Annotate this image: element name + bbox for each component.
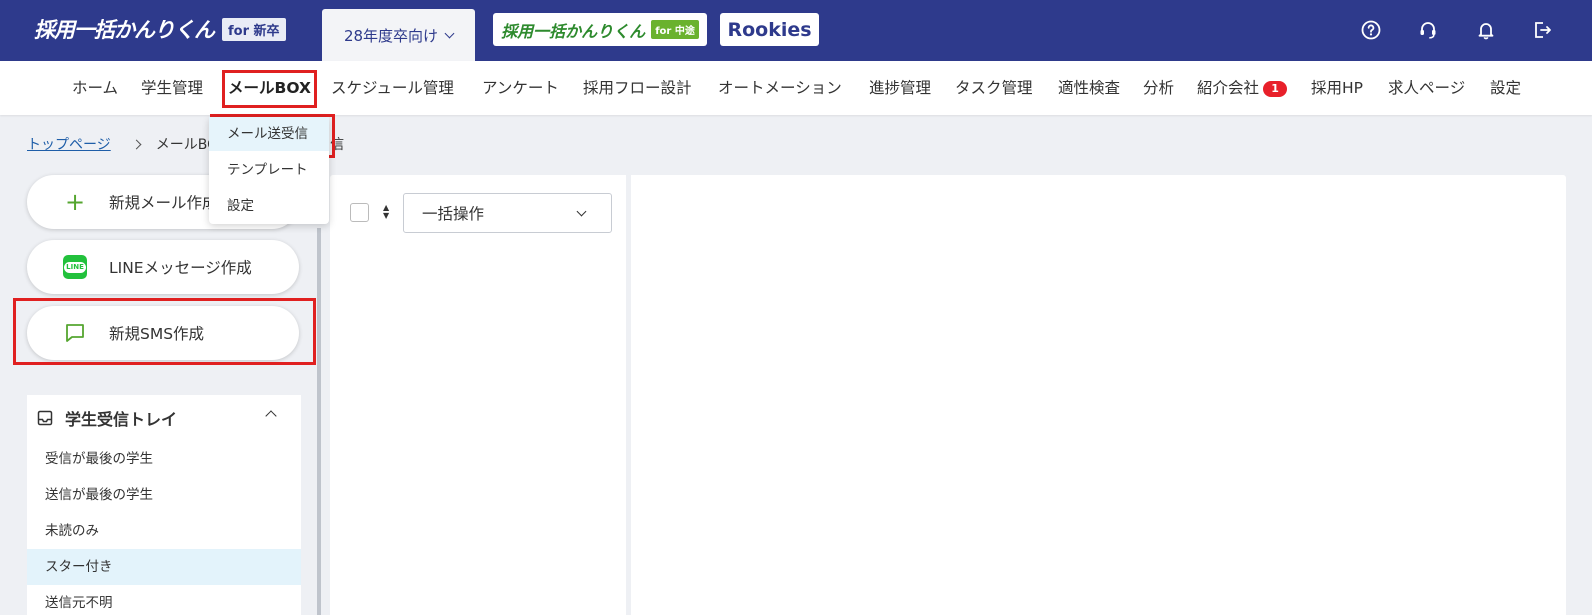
bulk-action-label: 一括操作 xyxy=(422,205,485,223)
nav-item-survey[interactable]: アンケート xyxy=(482,61,559,115)
year-select-label: 28年度卒向け xyxy=(343,26,439,45)
plus-icon: + xyxy=(64,188,86,216)
line-icon-text: LINE xyxy=(64,261,86,273)
resize-handle[interactable] xyxy=(317,228,321,615)
new-sms-button[interactable]: 新規SMS作成 xyxy=(27,306,299,360)
dropdown-item-settings[interactable]: 設定 xyxy=(209,189,329,223)
nav-item-agencies[interactable]: 紹介会社 1 xyxy=(1197,61,1288,115)
inbox-item-last-received[interactable]: 受信が最後の学生 xyxy=(27,441,301,477)
inbox-item-unknown-sender[interactable]: 送信元不明 xyxy=(27,585,301,615)
mailbox-dropdown-menu: メール送受信 テンプレート 設定 xyxy=(209,117,329,224)
top-bar: 採用一括かんりくん for 新卒 28年度卒向け 採用一括かんりくん for 中… xyxy=(0,0,1592,61)
chevron-down-icon xyxy=(576,206,587,216)
line-message-button[interactable]: LINE LINEメッセージ作成 xyxy=(27,240,299,294)
chevron-right-icon xyxy=(131,139,142,149)
bulk-action-select[interactable]: 一括操作 xyxy=(403,193,612,233)
inbox-item-unread[interactable]: 未読のみ xyxy=(27,513,301,549)
nav-item-aptitude[interactable]: 適性検査 xyxy=(1058,61,1120,115)
line-icon: LINE xyxy=(63,255,87,279)
nav-item-home[interactable]: ホーム xyxy=(72,61,118,115)
chevron-down-icon xyxy=(444,28,455,38)
nav-item-mailbox[interactable]: メールBOX xyxy=(228,61,311,115)
bell-icon[interactable] xyxy=(1474,18,1498,42)
nav-item-schedule[interactable]: スケジュール管理 xyxy=(331,61,454,115)
nav-item-recruit-hp[interactable]: 採用HP xyxy=(1311,61,1363,115)
student-inbox-header[interactable]: 学生受信トレイ xyxy=(27,395,301,441)
year-select[interactable]: 28年度卒向け xyxy=(322,9,475,61)
support-headset-icon[interactable] xyxy=(1416,18,1440,42)
switch-chuto-button[interactable]: 採用一括かんりくん for 中途 xyxy=(493,13,707,46)
app-logo[interactable]: 採用一括かんりくん for 新卒 xyxy=(34,14,286,44)
logo-tag: for 新卒 xyxy=(222,17,286,41)
message-list-panel: ▲ ▼ 一括操作 xyxy=(330,175,626,615)
nav-item-job-page[interactable]: 求人ページ xyxy=(1388,61,1465,115)
chat-bubble-icon xyxy=(63,321,87,345)
nav-item-agencies-label: 紹介会社 xyxy=(1197,79,1260,97)
nav-item-progress[interactable]: 進捗管理 xyxy=(869,61,931,115)
help-icon[interactable] xyxy=(1359,18,1383,42)
switch-chuto-label: 採用一括かんりくん xyxy=(501,21,646,41)
notification-badge: 1 xyxy=(1263,80,1288,97)
logout-icon[interactable] xyxy=(1530,18,1554,42)
switch-rookies-button[interactable]: Rookies xyxy=(720,13,819,46)
line-message-label: LINEメッセージ作成 xyxy=(109,259,252,277)
nav-item-flow-design[interactable]: 採用フロー設計 xyxy=(583,61,692,115)
nav-item-settings[interactable]: 設定 xyxy=(1490,61,1521,115)
nav-item-students[interactable]: 学生管理 xyxy=(141,61,203,115)
inbox-item-starred[interactable]: スター付き xyxy=(27,549,301,585)
new-mail-label: 新規メール作成 xyxy=(109,194,218,212)
breadcrumb-home-link[interactable]: トップページ xyxy=(27,134,111,154)
logo-text: 採用一括かんりくん xyxy=(34,18,215,42)
dropdown-item-templates[interactable]: テンプレート xyxy=(209,153,329,187)
breadcrumb-current-tail: 信 xyxy=(330,137,345,153)
nav-item-tasks[interactable]: タスク管理 xyxy=(955,61,1033,115)
nav-item-automation[interactable]: オートメーション xyxy=(718,61,842,115)
nav-item-analysis[interactable]: 分析 xyxy=(1143,61,1174,115)
message-detail-panel xyxy=(631,175,1566,615)
sort-icon[interactable]: ▲ ▼ xyxy=(383,204,389,220)
inbox-icon xyxy=(37,410,53,426)
student-inbox-title: 学生受信トレイ xyxy=(65,410,178,429)
dropdown-item-mail-send-receive[interactable]: メール送受信 xyxy=(209,117,329,151)
inbox-item-last-sent[interactable]: 送信が最後の学生 xyxy=(27,477,301,513)
select-all-checkbox[interactable] xyxy=(350,203,369,222)
new-sms-label: 新規SMS作成 xyxy=(109,325,205,343)
switch-chuto-tag: for 中途 xyxy=(651,20,699,39)
student-inbox-panel: 学生受信トレイ 受信が最後の学生 送信が最後の学生 未読のみ スター付き 送信元… xyxy=(27,395,301,615)
chevron-up-icon[interactable] xyxy=(265,410,277,422)
main-nav: ホーム 学生管理 メールBOX スケジュール管理 アンケート 採用フロー設計 オ… xyxy=(0,61,1592,115)
